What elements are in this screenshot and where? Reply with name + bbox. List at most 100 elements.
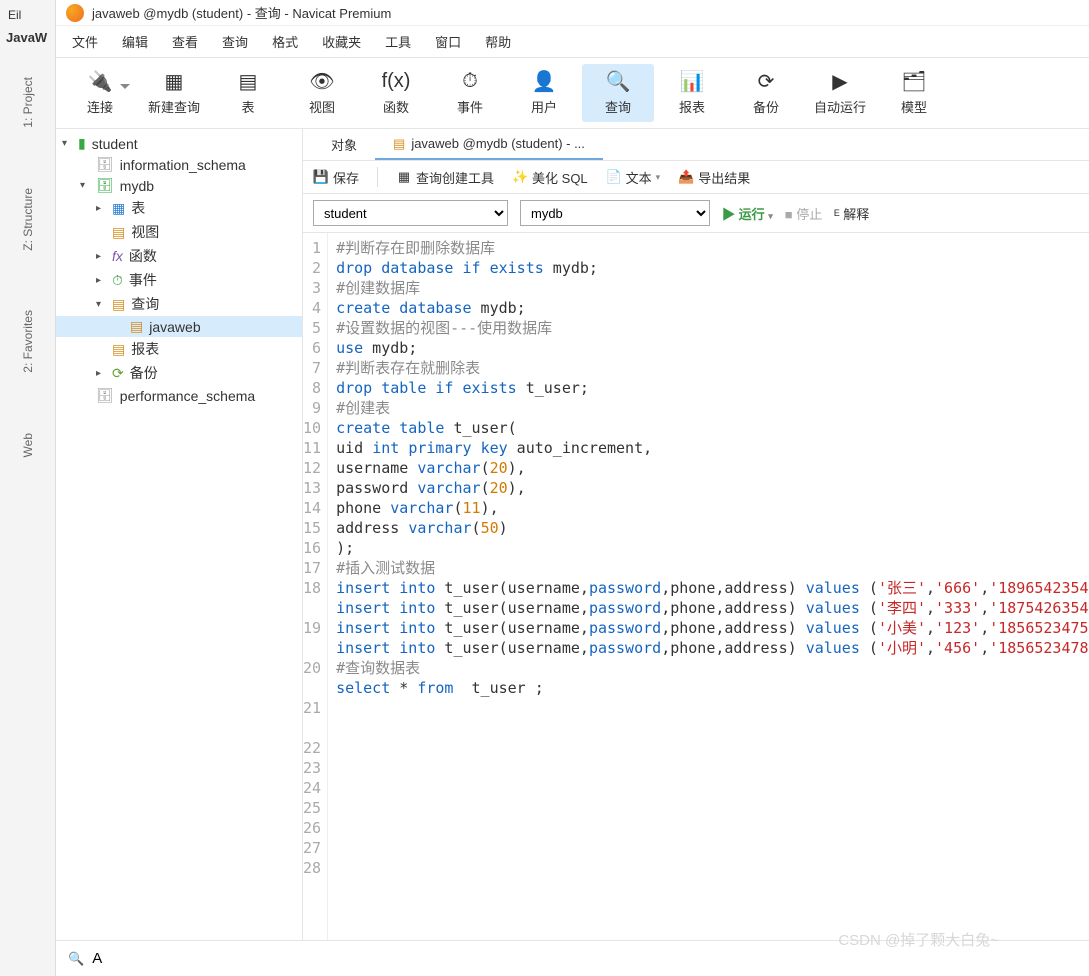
backup-icon: ⟳ <box>112 365 124 382</box>
code-line[interactable]: create database mydb; <box>336 298 1089 318</box>
toolbar-autorun-button[interactable]: ▶自动运行 <box>804 64 876 122</box>
code-line[interactable]: insert into t_user(username,password,pho… <box>336 618 1089 638</box>
toolbar-view-button[interactable]: 👁视图 <box>286 64 358 122</box>
tree-tables[interactable]: ▸▦表 <box>56 196 302 220</box>
beautify-icon: ✨ <box>512 169 528 185</box>
code-line[interactable]: #判断存在即删除数据库 <box>336 238 1089 258</box>
code-line[interactable]: password varchar(20), <box>336 478 1089 498</box>
connection-tree[interactable]: ▾▮student 🗄information_schema ▾🗄mydb ▸▦表… <box>56 129 303 940</box>
code-line[interactable]: username varchar(20), <box>336 458 1089 478</box>
app-icon <box>66 4 84 22</box>
connection-icon: ▮ <box>78 135 86 152</box>
query-item-icon: ▤ <box>130 318 143 335</box>
toolbar-backup-button[interactable]: ⟳备份 <box>730 64 802 122</box>
code-line[interactable]: insert into t_user(username,password,pho… <box>336 598 1089 618</box>
tree-backups[interactable]: ▸⟳备份 <box>56 361 302 385</box>
tree-functions[interactable]: ▸fx函数 <box>56 244 302 268</box>
ide-tab-favorites[interactable]: 2: Favorites <box>21 310 35 373</box>
function-icon: fx <box>112 248 123 264</box>
ide-tab-web[interactable]: Web <box>21 433 35 457</box>
ide-title-fragment: JavaW <box>0 26 55 49</box>
code-line[interactable]: drop database if exists mydb; <box>336 258 1089 278</box>
database-select[interactable]: mydb <box>520 200 710 226</box>
code-line[interactable] <box>336 698 1089 718</box>
code-line[interactable]: ); <box>336 538 1089 558</box>
code-line[interactable]: #创建数据库 <box>336 278 1089 298</box>
menu-tools[interactable]: 工具 <box>385 32 411 51</box>
ide-left-strip: Eil JavaW 1: Project Z: Structure 2: Fav… <box>0 0 56 976</box>
code-line[interactable] <box>336 718 1089 738</box>
editor-tabs: 对象 ▤javaweb @mydb (student) - ... <box>303 129 1089 161</box>
connection-select[interactable]: student <box>313 200 508 226</box>
code-line[interactable]: uid int primary key auto_increment, <box>336 438 1089 458</box>
tree-connection[interactable]: ▾▮student <box>56 133 302 154</box>
toolbar-model-button[interactable]: 🗂模型 <box>878 64 950 122</box>
window-title: javaweb @mydb (student) - 查询 - Navicat P… <box>92 3 391 22</box>
tab-query[interactable]: ▤javaweb @mydb (student) - ... <box>375 129 603 160</box>
query-icon: 🔍 <box>604 68 632 94</box>
menu-query[interactable]: 查询 <box>222 32 248 51</box>
search-icon: 🔍 <box>68 951 84 967</box>
window-titlebar: javaweb @mydb (student) - 查询 - Navicat P… <box>56 0 1089 26</box>
query-icon: ▤ <box>393 136 405 152</box>
tree-db-information-schema[interactable]: 🗄information_schema <box>56 154 302 175</box>
run-button[interactable]: ▶ 运行 ▾ <box>722 204 773 223</box>
code-line[interactable] <box>336 758 1089 778</box>
beautify-sql-button[interactable]: ✨美化 SQL <box>512 168 588 187</box>
code-line[interactable]: insert into t_user(username,password,pho… <box>336 578 1089 598</box>
menu-window[interactable]: 窗口 <box>435 32 461 51</box>
search-input[interactable] <box>92 950 322 967</box>
toolbar-connect-button[interactable]: 🔌连接 <box>64 64 136 122</box>
view-icon: ▤ <box>112 224 125 241</box>
tree-events[interactable]: ▸⏱事件 <box>56 268 302 292</box>
code-content[interactable]: #判断存在即删除数据库drop database if exists mydb;… <box>328 233 1089 940</box>
save-button[interactable]: 💾保存 <box>313 168 359 187</box>
toolbar-user-button[interactable]: 👤用户 <box>508 64 580 122</box>
code-line[interactable]: #插入测试数据 <box>336 558 1089 578</box>
tree-db-mydb[interactable]: ▾🗄mydb <box>56 175 302 196</box>
toolbar-table-button[interactable]: ▤表 <box>212 64 284 122</box>
menu-format[interactable]: 格式 <box>272 32 298 51</box>
ide-tab-project[interactable]: 1: Project <box>21 77 35 128</box>
code-line[interactable]: create table t_user( <box>336 418 1089 438</box>
code-line[interactable]: #判断表存在就删除表 <box>336 358 1089 378</box>
menubar: 文件 编辑 查看 查询 格式 收藏夹 工具 窗口 帮助 <box>56 26 1089 58</box>
code-line[interactable]: drop table if exists t_user; <box>336 378 1089 398</box>
toolbar-func-button[interactable]: f(x)函数 <box>360 64 432 122</box>
code-line[interactable]: #设置数据的视图---使用数据库 <box>336 318 1089 338</box>
tree-views[interactable]: ▤视图 <box>56 220 302 244</box>
menu-view[interactable]: 查看 <box>172 32 198 51</box>
tree-query-javaweb[interactable]: ▤javaweb <box>56 316 302 337</box>
tree-reports[interactable]: ▤报表 <box>56 337 302 361</box>
text-button[interactable]: 📄文本▾ <box>606 168 661 187</box>
toolbar-newquery-button[interactable]: ▦新建查询 <box>138 64 210 122</box>
toolbar-report-button[interactable]: 📊报表 <box>656 64 728 122</box>
code-line[interactable]: #创建表 <box>336 398 1089 418</box>
menu-edit[interactable]: 编辑 <box>122 32 148 51</box>
ide-tab-structure[interactable]: Z: Structure <box>21 188 35 251</box>
database-icon: 🗄 <box>96 387 114 404</box>
code-line[interactable]: insert into t_user(username,password,pho… <box>336 638 1089 658</box>
code-line[interactable] <box>336 778 1089 798</box>
menu-file[interactable]: 文件 <box>72 32 98 51</box>
query-toolbar: 💾保存 ▦查询创建工具 ✨美化 SQL 📄文本▾ 📤导出结果 <box>303 161 1089 194</box>
tab-object[interactable]: 对象 <box>313 129 375 160</box>
code-line[interactable] <box>336 738 1089 758</box>
tree-db-performance-schema[interactable]: 🗄performance_schema <box>56 385 302 406</box>
export-button[interactable]: 📤导出结果 <box>678 168 750 187</box>
line-gutter: 1234567891011121314151617181920212223242… <box>303 233 328 940</box>
tree-queries[interactable]: ▾▤查询 <box>56 292 302 316</box>
code-line[interactable]: use mydb; <box>336 338 1089 358</box>
query-builder-button[interactable]: ▦查询创建工具 <box>396 168 494 187</box>
code-line[interactable]: address varchar(50) <box>336 518 1089 538</box>
toolbar-event-button[interactable]: ⏱事件 <box>434 64 506 122</box>
menu-help[interactable]: 帮助 <box>485 32 511 51</box>
sql-editor[interactable]: 1234567891011121314151617181920212223242… <box>303 233 1089 940</box>
menu-favorites[interactable]: 收藏夹 <box>322 32 361 51</box>
explain-button[interactable]: ᴱ 解释 <box>834 204 869 223</box>
code-line[interactable]: phone varchar(11), <box>336 498 1089 518</box>
code-line[interactable]: select * from t_user ; <box>336 678 1089 698</box>
func-icon: f(x) <box>382 68 410 94</box>
toolbar-query-button[interactable]: 🔍查询 <box>582 64 654 122</box>
code-line[interactable]: #查询数据表 <box>336 658 1089 678</box>
